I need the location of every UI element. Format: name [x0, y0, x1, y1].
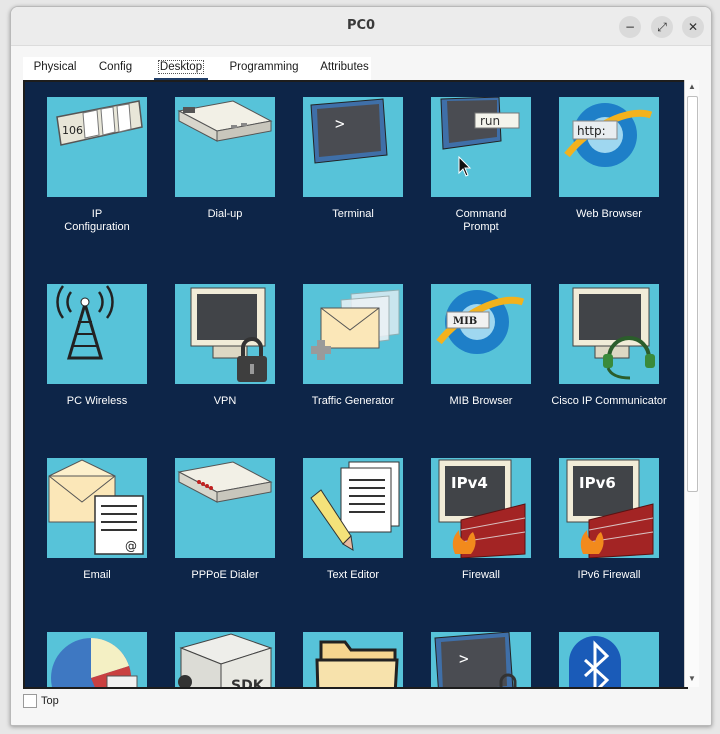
app-text-editor[interactable]: [303, 458, 403, 558]
app-label: PPPoE Dialer: [191, 569, 259, 581]
mouse-cursor-icon: [458, 156, 472, 177]
tab-config[interactable]: Config: [87, 57, 144, 78]
app-label: Command Prompt: [455, 208, 507, 233]
pie-chart-icon: [51, 638, 138, 687]
firewall-icon: IPv4: [438, 459, 526, 558]
scroll-up-arrow-icon[interactable]: ▲: [685, 80, 699, 94]
app-firewall[interactable]: IPv4: [431, 458, 531, 558]
tab-physical[interactable]: Physical: [23, 57, 87, 78]
app-tile-row4-5[interactable]: [559, 632, 659, 687]
app-command-prompt[interactable]: run: [431, 97, 531, 197]
app-label: MIB Browser: [449, 395, 513, 407]
folder-icon: [315, 640, 399, 687]
app-label: Dial-up: [207, 208, 243, 220]
tab-programming[interactable]: Programming: [217, 57, 311, 78]
mib-browser-icon: MIB: [436, 290, 525, 354]
terminal-icon: >: [310, 98, 388, 164]
app-tile-row4-3[interactable]: [303, 632, 403, 687]
title-bar: PC0 − ⤢ ✕: [11, 7, 711, 46]
command-prompt-icon: run: [440, 97, 520, 150]
svg-text:>: >: [459, 649, 469, 668]
pppoe-dialer-icon: [177, 461, 273, 503]
svg-text:MIB: MIB: [453, 316, 477, 327]
app-cisco-ip-communicator[interactable]: [559, 284, 659, 384]
ip-config-icon: 106: [56, 100, 143, 146]
app-vpn[interactable]: [175, 284, 275, 384]
app-email[interactable]: @: [47, 458, 147, 558]
app-label: IPv6 Firewall: [577, 569, 641, 581]
top-checkbox-label: Top: [41, 695, 59, 707]
svg-text:IPv4: IPv4: [451, 474, 488, 492]
app-label: Email: [83, 569, 111, 581]
app-ip-configuration[interactable]: 106: [47, 97, 147, 197]
app-terminal[interactable]: >: [303, 97, 403, 197]
app-label: Traffic Generator: [311, 395, 395, 407]
tab-desktop[interactable]: Desktop: [154, 57, 208, 81]
svg-text:@: @: [125, 539, 137, 553]
text-editor-icon: [310, 461, 400, 551]
maximize-button[interactable]: ⤢: [651, 16, 673, 38]
svg-text:run: run: [480, 114, 500, 128]
app-label: PC Wireless: [66, 395, 128, 407]
app-traffic-generator[interactable]: [303, 284, 403, 384]
app-tile-row4-1[interactable]: [47, 632, 147, 687]
vpn-lock-icon: [190, 287, 267, 382]
ip-communicator-headset-icon: [572, 287, 655, 380]
vertical-scrollbar[interactable]: ▲ ▼: [684, 80, 699, 687]
app-label: Web Browser: [576, 208, 642, 220]
app-dial-up[interactable]: [175, 97, 275, 197]
window-title: PC0: [346, 18, 376, 33]
scroll-thumb[interactable]: [687, 96, 698, 492]
app-label: Terminal: [332, 208, 374, 220]
app-ipv6-firewall[interactable]: IPv6: [559, 458, 659, 558]
app-mib-browser[interactable]: MIB: [431, 284, 531, 384]
tab-bar: Physical Config Desktop Programming Attr…: [23, 57, 371, 81]
app-pc-wireless[interactable]: [47, 284, 147, 384]
app-tile-row4-2[interactable]: SDK: [175, 632, 275, 689]
web-browser-icon: http:: [564, 103, 653, 167]
app-label: Text Editor: [327, 569, 379, 581]
bluetooth-icon: [569, 636, 621, 687]
email-icon: @: [48, 459, 144, 555]
svg-text:IPv6: IPv6: [579, 474, 616, 492]
secure-terminal-icon: >: [434, 632, 517, 687]
app-label: Firewall: [462, 569, 500, 581]
app-label: IP Configuration: [64, 208, 130, 233]
svg-text:SDK: SDK: [231, 678, 265, 689]
sdk-box-icon: SDK: [178, 633, 273, 689]
pc0-window: PC0 − ⤢ ✕ Physical Config Desktop Progra…: [10, 6, 712, 726]
traffic-generator-icon: [311, 289, 400, 360]
tab-attributes[interactable]: Attributes: [311, 57, 378, 78]
svg-text:http:: http:: [577, 124, 606, 138]
app-pppoe-dialer[interactable]: [175, 458, 275, 558]
minimize-button[interactable]: −: [619, 16, 641, 38]
app-label: Cisco IP Communicator: [551, 395, 667, 407]
svg-text:106: 106: [62, 124, 83, 137]
app-label: VPN: [213, 395, 237, 407]
ipv6-firewall-icon: IPv6: [566, 459, 654, 558]
wireless-tower-icon: [56, 285, 114, 360]
close-button[interactable]: ✕: [682, 16, 704, 38]
dialup-modem-icon: [177, 100, 273, 142]
desktop-panel: 106 IPConfiguration Dial-up > Terminal: [23, 80, 688, 689]
top-checkbox[interactable]: [23, 694, 37, 708]
app-web-browser[interactable]: http:: [559, 97, 659, 197]
app-tile-row4-4[interactable]: >: [431, 632, 531, 687]
svg-text:>: >: [335, 114, 345, 133]
scroll-down-arrow-icon[interactable]: ▼: [685, 672, 699, 686]
